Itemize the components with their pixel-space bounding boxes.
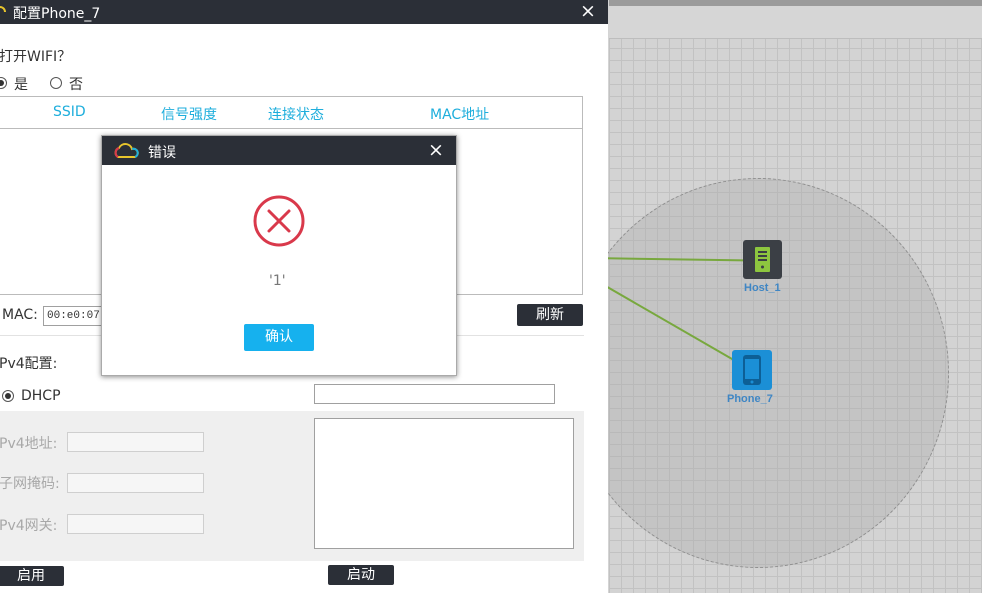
col-status[interactable]: 连接状态 <box>268 104 324 124</box>
error-message: '1' <box>269 273 286 289</box>
ipv4-gateway-input[interactable] <box>67 514 204 534</box>
mac-field[interactable]: 00:e0:07:0 <box>43 306 110 326</box>
dhcp-label[interactable]: DHCP <box>21 388 61 404</box>
wifi-no-label[interactable]: 否 <box>69 74 83 94</box>
dhcp-info-field <box>314 384 555 404</box>
confirm-button[interactable]: 确认 <box>244 324 314 351</box>
enable-button[interactable]: 启用 <box>0 566 64 586</box>
canvas-toolbar <box>609 6 982 39</box>
dialog-close-icon[interactable]: × <box>428 139 444 161</box>
dhcp-radio[interactable] <box>2 390 14 402</box>
app-logo-icon <box>0 6 6 13</box>
wifi-table-header: SSID 信号强度 连接状态 MAC地址 <box>0 97 582 129</box>
error-icon <box>253 195 305 247</box>
col-mac[interactable]: MAC地址 <box>430 104 489 124</box>
wifi-yes-radio[interactable] <box>0 77 7 89</box>
ipv4-address-label: Pv4地址: <box>0 436 58 452</box>
window-titlebar[interactable]: 配置Phone_7 × <box>0 0 608 24</box>
dialog-title: 错误 <box>148 145 176 161</box>
ipv4-gateway-label: Pv4网关: <box>0 518 58 534</box>
host-icon[interactable] <box>743 240 782 279</box>
window-title: 配置Phone_7 <box>13 6 101 22</box>
error-dialog: 错误 × '1' 确认 <box>101 135 457 376</box>
refresh-button[interactable]: 刷新 <box>517 304 583 326</box>
wifi-question: 打开WIFI？ <box>0 49 72 65</box>
start-button[interactable]: 启动 <box>328 565 394 585</box>
phone-label[interactable]: Phone_7 <box>727 393 773 405</box>
mac-label: MAC: <box>2 307 38 323</box>
subnet-mask-input[interactable] <box>67 473 204 493</box>
close-icon[interactable]: × <box>580 0 596 22</box>
phone-icon[interactable] <box>732 350 772 390</box>
ipv4-address-input[interactable] <box>67 432 204 452</box>
ipv4-section-label: Pv4配置: <box>0 356 58 372</box>
subnet-mask-label: 子网掩码: <box>0 476 60 492</box>
host-label[interactable]: Host_1 <box>744 282 781 294</box>
col-ssid[interactable]: SSID <box>53 104 86 120</box>
wifi-no-radio[interactable] <box>50 77 62 89</box>
wifi-yes-label[interactable]: 是 <box>14 74 28 94</box>
col-signal[interactable]: 信号强度 <box>161 104 217 124</box>
cloud-logo-icon <box>114 143 139 158</box>
output-textarea[interactable] <box>314 418 574 549</box>
dialog-titlebar[interactable]: 错误 × <box>102 136 456 165</box>
